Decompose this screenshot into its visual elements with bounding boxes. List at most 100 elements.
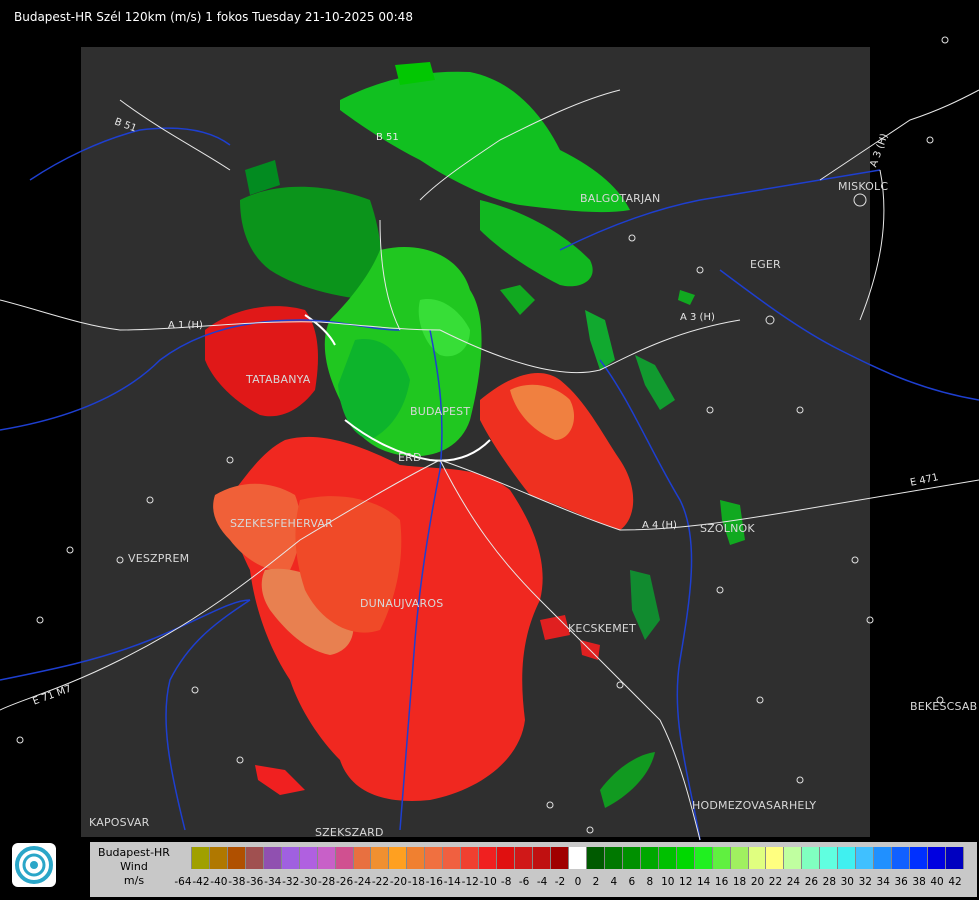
legend-swatch xyxy=(892,847,911,869)
legend-swatch xyxy=(245,847,264,869)
city-label-erd: ERD xyxy=(398,451,422,464)
city-label-veszprem: VESZPREM xyxy=(128,552,190,565)
city-label-szolnok: SZOLNOK xyxy=(700,522,755,535)
city-label-budapest: BUDAPEST xyxy=(410,405,471,418)
legend-swatch xyxy=(568,847,587,869)
legend-swatch xyxy=(838,847,857,869)
legend-tick-label: -2 xyxy=(554,876,566,888)
legend-swatch xyxy=(622,847,641,869)
legend-swatch xyxy=(263,847,282,869)
legend-tick-label: -10 xyxy=(479,876,497,888)
city-label-dunaujvaros: DUNAUJVAROS xyxy=(360,597,444,610)
legend-title: Budapest-HR Wind m/s xyxy=(94,846,174,888)
legend-swatch xyxy=(586,847,605,869)
legend-tick-label: 10 xyxy=(661,876,675,888)
legend-swatch xyxy=(874,847,893,869)
legend-swatch xyxy=(443,847,462,869)
legend-swatch xyxy=(676,847,695,869)
legend-tick-label: -6 xyxy=(518,876,530,888)
legend-swatch xyxy=(856,847,875,869)
legend-title-line1: Budapest-HR xyxy=(98,846,170,859)
legend-tick-label: -42 xyxy=(192,876,210,888)
legend-swatch xyxy=(479,847,498,869)
legend-tick-label: 8 xyxy=(646,876,654,888)
legend-tick-label: 2 xyxy=(592,876,600,888)
legend-swatch xyxy=(317,847,336,869)
legend-tick-label: -36 xyxy=(246,876,264,888)
legend-swatch xyxy=(335,847,354,869)
legend-swatch xyxy=(389,847,408,869)
legend-tick-label: -40 xyxy=(210,876,228,888)
legend-swatch xyxy=(928,847,946,869)
legend-tick-label: -14 xyxy=(443,876,461,888)
legend-swatch xyxy=(604,847,623,869)
legend-title-line2: Wind xyxy=(120,860,148,873)
legend-swatch xyxy=(191,847,210,869)
legend-swatch xyxy=(945,847,964,869)
legend-tick-label: -32 xyxy=(282,876,300,888)
legend-tick-label: 32 xyxy=(858,876,872,888)
legend-tick-label: 18 xyxy=(732,876,747,888)
legend-swatch xyxy=(766,847,785,869)
legend-tick-label: 12 xyxy=(679,876,693,888)
legend-swatch xyxy=(461,847,480,869)
legend-swatch xyxy=(281,847,300,869)
legend-tick-label: 0 xyxy=(574,876,582,888)
swirl-logo-icon xyxy=(15,846,53,884)
city-label-tatabanya: TATABANYA xyxy=(246,373,311,386)
legend-tick-label: -38 xyxy=(228,876,246,888)
legend-tick-label: -28 xyxy=(318,876,336,888)
legend-tick-label: 20 xyxy=(750,876,765,888)
legend-tick-label: 40 xyxy=(930,876,944,888)
legend-swatch xyxy=(551,847,569,869)
legend-tick-label: 16 xyxy=(714,876,729,888)
legend-tick-label: -12 xyxy=(461,876,479,888)
legend-swatch xyxy=(227,847,246,869)
legend-swatch xyxy=(640,847,659,869)
legend-tick-label: 22 xyxy=(768,876,783,888)
legend-swatch xyxy=(371,847,390,869)
legend-swatch xyxy=(694,847,713,869)
legend-tick-label: 14 xyxy=(696,876,711,888)
legend-tick-label: -20 xyxy=(389,876,407,888)
legend-swatch xyxy=(407,847,426,869)
city-label-szekszard: SZEKSZARD xyxy=(315,826,384,839)
legend-tick-label: 4 xyxy=(610,876,618,888)
city-label-szekesfehervar: SZEKESFEHERVAR xyxy=(230,517,333,530)
legend-tick-label: 26 xyxy=(804,876,819,888)
legend-swatch xyxy=(515,847,534,869)
legend-swatch xyxy=(712,847,731,869)
legend-tick-label: 34 xyxy=(876,876,890,888)
legend-swatches xyxy=(174,847,964,869)
city-label-eger: EGER xyxy=(750,258,781,271)
road-label-a1h: A 1 (H) xyxy=(168,320,203,331)
met-service-logo xyxy=(12,843,56,887)
legend-tick-label: -26 xyxy=(335,876,354,888)
legend-swatch xyxy=(748,847,767,869)
legend-swatch xyxy=(299,847,318,869)
road-label-a4h: A 4 (H) xyxy=(642,520,677,531)
legend-tick-label: 30 xyxy=(840,876,854,888)
legend-tick-label: -24 xyxy=(353,876,372,888)
legend-swatch xyxy=(353,847,372,869)
legend-swatch xyxy=(820,847,839,869)
map-canvas xyxy=(0,36,979,841)
legend-tick-label: 28 xyxy=(822,876,837,888)
radar-map-view: Budapest-HR Szél 120km (m/s) 1 fokos Tue… xyxy=(0,0,979,900)
legend-swatch xyxy=(209,847,228,869)
legend-tick-label: 42 xyxy=(948,876,962,888)
legend-swatch xyxy=(910,847,929,869)
legend-swatch xyxy=(802,847,821,869)
road-label-b51-north: B 51 xyxy=(376,132,399,143)
legend-tick-label: -4 xyxy=(536,876,548,888)
legend-tick-label: -18 xyxy=(407,876,425,888)
legend-swatch xyxy=(730,847,749,869)
city-label-bekescsaba: BEKESCSAB xyxy=(910,700,978,713)
legend-tick-label: 36 xyxy=(894,876,908,888)
legend-ticks: -64 -42 -40 -38 -36 -34 -32 -30 -28 -26 -24 -22 -20-… xyxy=(174,876,964,890)
color-legend: Budapest-HR Wind m/s -64 -42 -40 -38 -36 -34-… xyxy=(90,842,977,897)
road-label-a3h: A 3 (H) xyxy=(680,312,715,323)
legend-tick-label: 6 xyxy=(628,876,636,888)
legend-tick-label: 38 xyxy=(912,876,926,888)
legend-swatch xyxy=(784,847,803,869)
